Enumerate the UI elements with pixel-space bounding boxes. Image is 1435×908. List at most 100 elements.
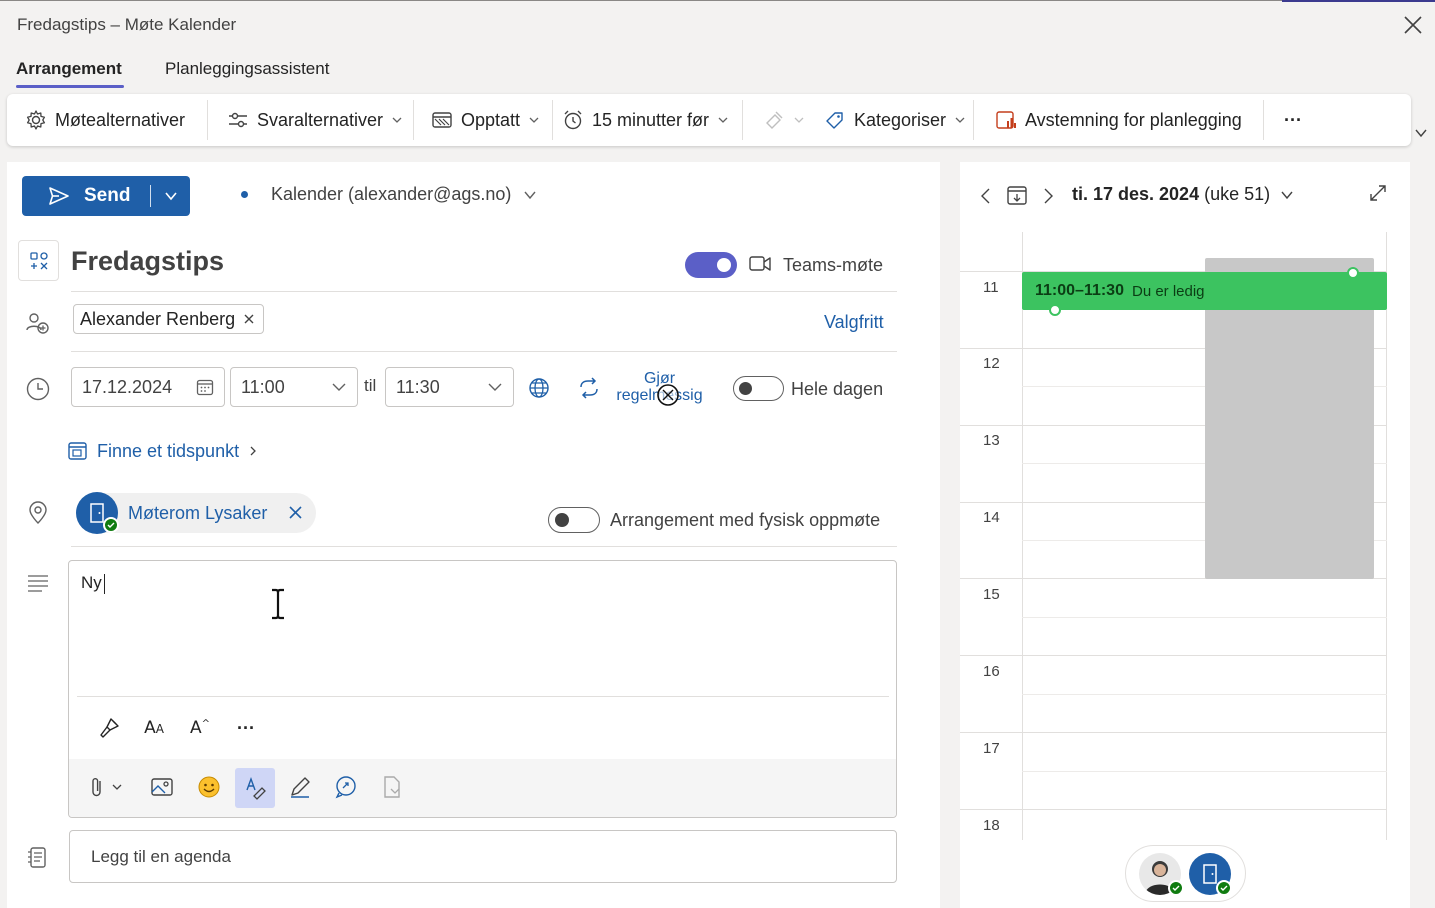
- editor-tool-button[interactable]: [235, 768, 275, 808]
- reminder-dropdown[interactable]: 15 minutter før: [562, 94, 729, 146]
- emoji-button[interactable]: [194, 772, 224, 802]
- optional-attendees-link[interactable]: Valgfritt: [824, 312, 884, 333]
- start-date-picker[interactable]: 17.12.2024: [71, 367, 225, 407]
- chevron-down-icon: [529, 117, 539, 123]
- recurring-button[interactable]: [577, 377, 601, 399]
- response-options-button[interactable]: Svaralternativer: [227, 94, 403, 146]
- calendar-selector[interactable]: Kalender (alexander@ags.no): [271, 184, 537, 205]
- end-time-value: 11:30: [396, 376, 440, 397]
- in-person-toggle[interactable]: [548, 507, 600, 533]
- more-options-button[interactable]: ···: [1284, 94, 1302, 146]
- available-check-icon: [1216, 880, 1232, 896]
- response-options-label: Svaralternativer: [257, 109, 384, 130]
- meeting-options-button[interactable]: Møtealternativer: [25, 94, 185, 146]
- remove-attendee-icon[interactable]: [243, 313, 255, 325]
- template-picker-button[interactable]: [18, 240, 59, 281]
- show-as-dropdown[interactable]: Opptatt: [431, 94, 540, 146]
- chevron-down-icon: [794, 117, 804, 123]
- location-chip[interactable]: Møterom Lysaker: [76, 492, 316, 534]
- divider: [71, 546, 897, 547]
- body-text[interactable]: Ny: [81, 573, 105, 594]
- loop-component-button[interactable]: [331, 772, 361, 802]
- start-time-dropdown[interactable]: 11:00: [230, 367, 358, 407]
- resize-handle-top[interactable]: [1347, 267, 1359, 279]
- end-time-dropdown[interactable]: 11:30: [385, 367, 514, 407]
- scheduling-poll-label: Avstemning for planlegging: [1025, 109, 1242, 130]
- toggle-knob: [555, 513, 569, 527]
- hour-label: 11: [983, 279, 999, 296]
- scheduling-poll-button[interactable]: Avstemning for planlegging: [995, 94, 1242, 146]
- send-button[interactable]: Send: [22, 176, 190, 216]
- categorize-label: Kategoriser: [854, 109, 947, 130]
- ribbon-divider: [207, 100, 208, 140]
- hour-line: [960, 732, 1387, 733]
- chevron-right-icon: [250, 446, 257, 456]
- door-icon: [1203, 864, 1217, 884]
- send-main-action[interactable]: Send: [22, 185, 150, 207]
- grid-right-border: [1386, 232, 1387, 840]
- agenda-input[interactable]: Legg til en agenda: [69, 830, 897, 883]
- sliders-icon: [229, 112, 247, 128]
- calendar-search-icon: [68, 442, 87, 460]
- ribbon-divider: [413, 100, 414, 140]
- chevron-right-icon: [1044, 188, 1053, 204]
- font-grow-button[interactable]: A^: [185, 713, 215, 743]
- ribbon-divider: [1263, 100, 1264, 140]
- alarm-clock-icon: [564, 110, 582, 130]
- participants-avatars[interactable]: [1125, 845, 1246, 902]
- text-edit-icon: [246, 776, 266, 800]
- teams-meeting-toggle[interactable]: [685, 252, 737, 278]
- font-size-button[interactable]: AA: [139, 713, 169, 743]
- divider: [71, 351, 897, 352]
- mouse-cursor-icon: [656, 383, 680, 407]
- expand-arrows-icon: [1370, 185, 1386, 201]
- date-picker-dropdown[interactable]: ti. 17 des. 2024 (uke 51): [1072, 184, 1294, 205]
- gear-icon: [26, 110, 46, 130]
- half-hour-line: [1022, 694, 1387, 695]
- attendee-chip[interactable]: Alexander Renberg: [73, 304, 265, 334]
- agenda-notes-icon: [25, 845, 51, 871]
- start-time-value: 11:00: [241, 376, 285, 397]
- ribbon-divider: [742, 100, 743, 140]
- draw-button[interactable]: [285, 772, 315, 802]
- reminder-label: 15 minutter før: [592, 109, 710, 130]
- week-number: (uke 51): [1204, 184, 1271, 204]
- time-zone-button[interactable]: [528, 377, 550, 399]
- hour-label: 17: [983, 740, 1000, 757]
- event-title-input[interactable]: Fredagstips: [71, 246, 224, 277]
- previous-day-button[interactable]: [978, 186, 994, 206]
- half-hour-line: [1022, 771, 1387, 772]
- go-to-today-button[interactable]: [1005, 184, 1029, 206]
- hour-label: 12: [983, 355, 1000, 372]
- format-more-button[interactable]: ···: [231, 713, 261, 743]
- categorize-dropdown[interactable]: Kategoriser: [824, 94, 966, 146]
- expand-button[interactable]: [1368, 183, 1388, 203]
- pen-icon: [291, 777, 310, 798]
- remove-location-icon[interactable]: [288, 505, 303, 520]
- hour-label: 13: [983, 432, 1000, 449]
- paperclip-icon: [92, 778, 122, 797]
- format-painter-button[interactable]: [94, 713, 124, 743]
- hour-label: 15: [983, 586, 1000, 603]
- resize-handle-bottom[interactable]: [1049, 304, 1061, 316]
- privacy-button[interactable]: [763, 94, 805, 146]
- send-options-dropdown[interactable]: [151, 188, 190, 204]
- location-pin-icon: [25, 500, 51, 526]
- tab-scheduling-assistant[interactable]: Planleggingsassistent: [165, 59, 329, 79]
- chevron-down-icon: [164, 192, 177, 201]
- next-day-button[interactable]: [1040, 186, 1056, 206]
- close-button[interactable]: [1400, 12, 1426, 38]
- signature-button[interactable]: [377, 772, 407, 802]
- show-as-label: Opptatt: [461, 109, 521, 130]
- body-editor[interactable]: Ny AA A^ ···: [68, 560, 897, 818]
- attach-file-button[interactable]: [87, 772, 129, 802]
- start-date-value: 17.12.2024: [82, 376, 173, 397]
- ribbon-expand-button[interactable]: [1414, 126, 1428, 140]
- find-time-link[interactable]: Finne et tidspunkt: [67, 440, 259, 462]
- all-day-toggle[interactable]: [733, 376, 784, 401]
- tab-arrangement[interactable]: Arrangement: [16, 59, 122, 79]
- insert-picture-button[interactable]: [147, 772, 177, 802]
- in-person-label: Arrangement med fysisk oppmøte: [610, 510, 881, 530]
- new-event-slot[interactable]: 11:00–11:30 Du er ledig: [1022, 272, 1387, 310]
- divider: [77, 696, 889, 697]
